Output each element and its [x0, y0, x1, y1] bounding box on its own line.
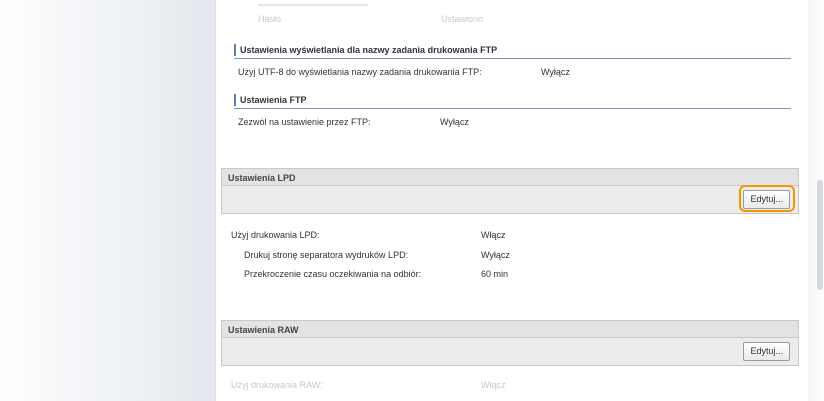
settings-panel: Hasło Ustawiono Ustawienia wyświetlania … [215, 0, 810, 401]
ftp-rule [234, 108, 791, 109]
raw-use-value: Włącz [481, 380, 506, 390]
raw-use-label: Użyj drukowania RAW: [231, 380, 323, 390]
left-background [0, 0, 215, 401]
ftp-display-rule [234, 58, 791, 59]
password-label: Hasło [258, 14, 282, 24]
ftp-heading: Ustawienia FTP [234, 94, 307, 106]
lpd-use-value: Włącz [481, 230, 506, 240]
password-value: Ustawiono [441, 14, 484, 24]
raw-edit-button[interactable]: Edytuj... [743, 342, 790, 361]
scrollbar-thumb[interactable] [817, 180, 823, 290]
lpd-separator-value: Wyłącz [481, 250, 510, 260]
ftp-allow-value: Wyłącz [440, 117, 469, 127]
ftp-display-heading: Ustawienia wyświetlania dla nazwy zadani… [234, 44, 497, 56]
raw-section-title: Ustawienia RAW [221, 320, 799, 338]
ghost-line [258, 4, 368, 6]
lpd-use-label: Użyj drukowania LPD: [231, 230, 320, 240]
lpd-button-strip: Edytuj... [221, 185, 799, 214]
lpd-separator-label: Drukuj stronę separatora wydruków LPD: [244, 250, 409, 260]
utf8-value: Wyłącz [541, 67, 570, 77]
lpd-timeout-value: 60 min [481, 269, 509, 279]
raw-button-strip: Edytuj... [221, 338, 799, 366]
lpd-timeout-label: Przekroczenie czasu oczekiwania na odbió… [244, 269, 422, 279]
utf8-label: Użyj UTF-8 do wyświetlania nazwy zadania… [238, 67, 482, 77]
lpd-section-title: Ustawienia LPD [221, 168, 799, 186]
lpd-edit-button[interactable]: Edytuj... [743, 190, 790, 209]
ftp-allow-label: Zezwól na ustawienie przez FTP: [238, 117, 371, 127]
